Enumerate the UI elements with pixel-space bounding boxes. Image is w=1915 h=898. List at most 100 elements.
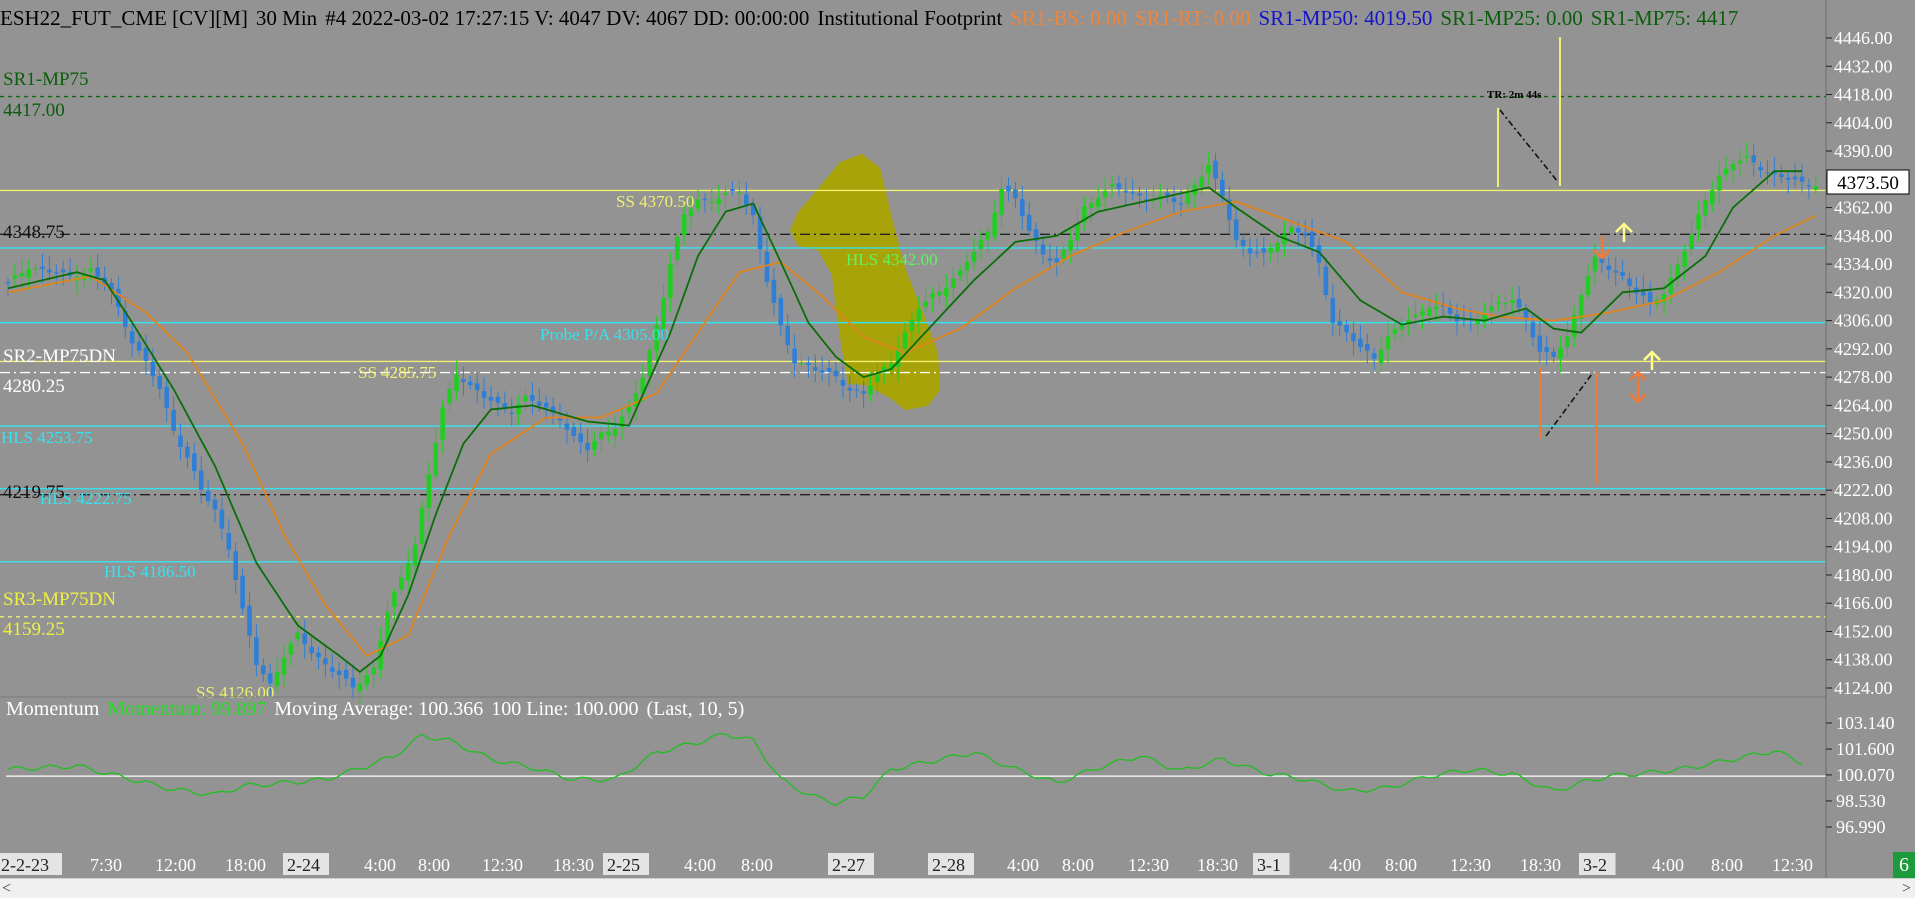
- candle-body: [1703, 200, 1708, 216]
- candle-body: [1040, 244, 1046, 255]
- candle-body: [847, 387, 853, 391]
- candle-body: [316, 652, 321, 658]
- candle-body: [1109, 184, 1115, 187]
- date-label: 3-1: [1257, 855, 1281, 875]
- candle-body: [626, 406, 632, 413]
- candle-body: [468, 381, 473, 386]
- candle-body: [840, 380, 846, 386]
- time-label: 12:30: [1450, 855, 1491, 875]
- candle-body: [474, 383, 480, 391]
- momentum-params: (Last, 10, 5): [646, 698, 745, 720]
- candle-body: [1220, 179, 1225, 197]
- candle-body: [792, 348, 797, 364]
- candle-body: [1330, 298, 1336, 323]
- date-label: 2-25: [607, 855, 640, 875]
- candle-body: [1779, 173, 1784, 178]
- price-tick-label: 4432.00: [1834, 56, 1893, 76]
- candle-body: [585, 442, 590, 451]
- candle-body: [95, 267, 100, 277]
- candle-body: [433, 442, 439, 476]
- candle-body: [1213, 160, 1218, 179]
- candle-body: [1682, 251, 1687, 267]
- candle-body: [1496, 302, 1501, 304]
- candle-body: [543, 402, 549, 408]
- candle-body: [1171, 197, 1177, 203]
- candle-body: [1647, 292, 1653, 303]
- corner-badge[interactable]: 6: [1893, 852, 1915, 878]
- candle-body: [978, 239, 984, 249]
- momentum-100-line: 100 Line: 100.000: [491, 698, 639, 720]
- price-tick-label: 4292.00: [1834, 339, 1893, 359]
- time-label: 12:30: [1772, 855, 1813, 875]
- candle-body: [509, 412, 514, 414]
- candle-body: [868, 385, 873, 395]
- candle-body: [1530, 322, 1536, 338]
- momentum-tick-label: 100.070: [1836, 765, 1895, 785]
- candle-body: [599, 432, 604, 440]
- candle-body: [323, 658, 328, 665]
- price-tick-label: 4418.00: [1834, 85, 1893, 105]
- candle-body: [764, 251, 770, 283]
- candle-body: [226, 532, 232, 550]
- date-label: 2-24: [287, 855, 320, 875]
- candle-body: [1606, 265, 1612, 270]
- candle-body: [5, 282, 11, 284]
- time-label: 4:00: [1007, 855, 1039, 875]
- candle-body: [364, 675, 370, 685]
- candle-body: [1420, 311, 1425, 316]
- candle-body: [957, 270, 963, 276]
- price-chart[interactable]: SR1-MP75 4417.00 4348.75 SR2-MP75DN 4280…: [0, 0, 1915, 897]
- date-label: 2-28: [932, 855, 965, 875]
- candle-body: [1047, 258, 1053, 261]
- candle-body: [192, 453, 197, 472]
- candle-body: [357, 683, 363, 692]
- sr1-rt: SR1-RT: 0.00: [1134, 6, 1251, 30]
- candle-body: [730, 189, 735, 191]
- sr3-mp75dn-label: SR3-MP75DN: [3, 589, 116, 610]
- candle-body: [1268, 247, 1273, 253]
- price-tick-label: 4348.00: [1834, 226, 1893, 246]
- time-label: 4:00: [364, 855, 396, 875]
- candle-body: [371, 667, 376, 675]
- candle-body: [1302, 232, 1308, 236]
- candle-body: [1758, 166, 1763, 171]
- candle-body: [309, 646, 314, 654]
- scroll-left-arrow-icon[interactable]: <: [2, 879, 11, 898]
- candle-body: [854, 389, 859, 391]
- candle-body: [1620, 272, 1625, 276]
- candle-body: [1551, 351, 1556, 357]
- scroll-right-arrow-icon[interactable]: >: [1902, 879, 1911, 898]
- sr1-mp25: SR1-MP25: 0.00: [1440, 6, 1583, 30]
- candle-body: [1544, 347, 1549, 352]
- candle-body: [1351, 333, 1356, 342]
- sr3-mp75dn-value: 4159.25: [3, 619, 65, 640]
- candle-body: [233, 551, 238, 581]
- momentum-axis: 103.140 101.600 100.070 98.530 96.990: [1826, 713, 1895, 837]
- price-tick-label: 4446.00: [1834, 28, 1893, 48]
- candle-body: [999, 188, 1004, 216]
- candle-body: [1199, 176, 1204, 188]
- candle-body: [26, 269, 31, 278]
- candle-body: [1668, 277, 1674, 294]
- candle-body: [1696, 214, 1701, 230]
- price-tick-label: 4250.00: [1834, 424, 1893, 444]
- candle-body: [47, 269, 52, 273]
- horizontal-scrollbar[interactable]: < >: [0, 878, 1915, 898]
- current-price-label: 4373.50: [1837, 173, 1899, 194]
- candle-body: [737, 192, 742, 194]
- time-label: 12:30: [1128, 855, 1169, 875]
- candle-body: [647, 349, 652, 377]
- candle-body: [1434, 307, 1439, 309]
- candle-body: [481, 391, 487, 398]
- candle-body: [833, 370, 839, 377]
- candle-body: [902, 332, 908, 349]
- date-label: 2-27: [832, 855, 865, 875]
- price-tick-label: 4334.00: [1834, 254, 1893, 274]
- momentum-tick-label: 101.600: [1836, 739, 1895, 759]
- candle-body: [171, 409, 176, 431]
- time-label: 4:00: [1329, 855, 1361, 875]
- candle-body: [1730, 164, 1736, 170]
- candle-body: [157, 376, 163, 389]
- candle-body: [198, 470, 204, 490]
- candle-body: [1068, 240, 1073, 251]
